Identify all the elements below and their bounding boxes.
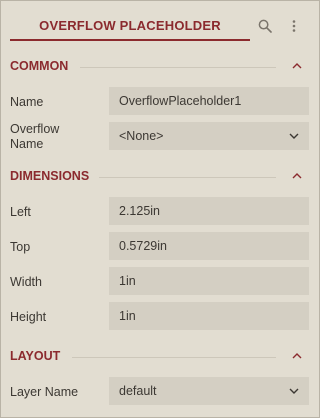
overflow-name-dropdown[interactable]: <None>: [109, 122, 309, 150]
height-field-value: 1in: [119, 309, 136, 323]
section-layout-header[interactable]: LAYOUT: [1, 345, 319, 369]
search-icon: [258, 19, 272, 33]
top-label: Top: [10, 240, 31, 254]
overflow-name-value: <None>: [119, 129, 164, 143]
height-field[interactable]: 1in: [109, 302, 309, 330]
collapse-layout-button[interactable]: [289, 348, 305, 364]
search-button[interactable]: [254, 15, 276, 37]
section-divider: [99, 177, 276, 178]
layer-name-label: Layer Name: [10, 385, 79, 399]
section-divider: [80, 67, 276, 68]
top-field-value: 0.5729in: [119, 239, 167, 253]
properties-panel: OVERFLOW PLACEHOLDER COMMON Name Overflo…: [0, 0, 320, 418]
chevron-up-icon: [292, 173, 302, 179]
name-label: Name: [10, 95, 44, 109]
width-label: Width: [10, 275, 42, 289]
more-options-button[interactable]: [283, 15, 305, 37]
collapse-dimensions-button[interactable]: [289, 168, 305, 184]
layer-name-dropdown[interactable]: default: [109, 377, 309, 405]
chevron-down-icon: [288, 386, 300, 396]
chevron-up-icon: [292, 63, 302, 69]
height-label: Height: [10, 310, 47, 324]
left-label: Left: [10, 205, 31, 219]
section-dimensions-title: DIMENSIONS: [10, 169, 90, 183]
panel-header: OVERFLOW PLACEHOLDER: [1, 1, 319, 43]
top-field[interactable]: 0.5729in: [109, 232, 309, 260]
section-layout-title: LAYOUT: [10, 349, 61, 363]
layer-name-value: default: [119, 384, 157, 398]
overflow-name-label-line2: Name: [10, 137, 44, 151]
section-common-header[interactable]: COMMON: [1, 55, 319, 79]
section-common-title: COMMON: [10, 59, 69, 73]
width-field[interactable]: 1in: [109, 267, 309, 295]
chevron-up-icon: [292, 353, 302, 359]
chevron-down-icon: [288, 131, 300, 141]
name-field[interactable]: OverflowPlaceholder1: [109, 87, 309, 115]
overflow-name-label: Overflow Name: [10, 122, 59, 152]
width-field-value: 1in: [119, 274, 136, 288]
collapse-common-button[interactable]: [289, 58, 305, 74]
left-field-value: 2.125in: [119, 204, 161, 218]
more-vertical-icon: [292, 20, 296, 32]
panel-title: OVERFLOW PLACEHOLDER: [39, 18, 221, 33]
left-field[interactable]: 2.125in: [109, 197, 309, 225]
section-dimensions-header[interactable]: DIMENSIONS: [1, 165, 319, 189]
section-divider: [72, 357, 276, 358]
overflow-name-label-line1: Overflow: [10, 122, 60, 136]
name-field-value: OverflowPlaceholder1: [119, 94, 242, 108]
title-underline: [10, 39, 250, 41]
